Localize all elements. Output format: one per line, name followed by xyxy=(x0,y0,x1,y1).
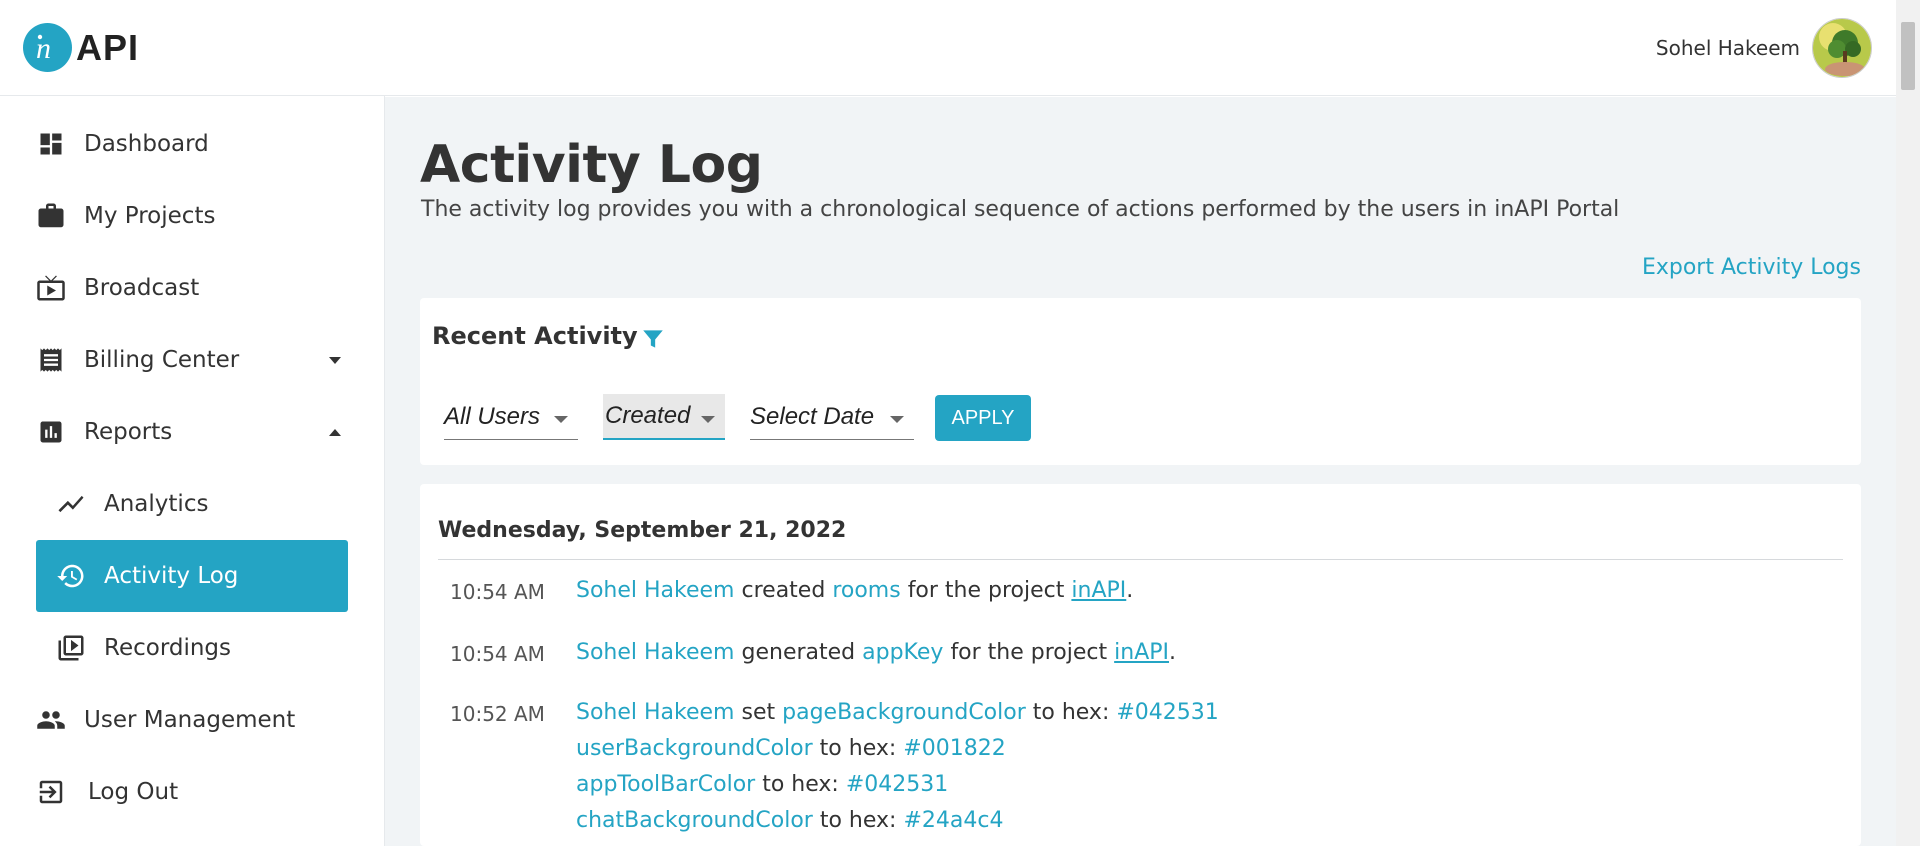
log-hex-value: #001822 xyxy=(903,736,1006,761)
sidebar-item-dashboard[interactable]: Dashboard xyxy=(36,108,349,180)
app-logo[interactable]: n API xyxy=(23,23,139,72)
recent-activity-heading: Recent Activity xyxy=(432,322,638,350)
page-title: Activity Log xyxy=(420,135,763,195)
chevron-down-icon xyxy=(329,356,341,364)
log-property-link[interactable]: chatBackgroundColor xyxy=(576,808,813,833)
dropdown-arrow-icon xyxy=(890,416,904,423)
sidebar-item-broadcast[interactable]: Broadcast xyxy=(36,252,349,324)
sidebar-item-reports[interactable]: Reports xyxy=(36,396,349,468)
log-entry: Sohel Hakeem generated appKey for the pr… xyxy=(576,640,1176,665)
log-user-link[interactable]: Sohel Hakeem xyxy=(576,640,735,665)
tv-icon xyxy=(36,273,66,303)
sidebar-item-label: Analytics xyxy=(104,491,209,517)
sidebar-item-billing-center[interactable]: Billing Center xyxy=(36,324,349,396)
sidebar-item-activity-log[interactable]: Activity Log xyxy=(36,540,348,612)
dropdown-arrow-icon xyxy=(554,416,568,423)
sidebar-item-recordings[interactable]: Recordings xyxy=(56,612,349,684)
top-header: n API Sohel Hakeem xyxy=(0,0,1896,96)
users-filter-value: All Users xyxy=(444,402,541,430)
logo-text: API xyxy=(76,26,140,68)
sidebar: Dashboard My Projects Broadcast Billing … xyxy=(0,96,385,846)
briefcase-icon xyxy=(36,201,66,231)
sidebar-item-log-out[interactable]: Log Out xyxy=(36,756,349,828)
logo-mark-icon: n xyxy=(23,23,72,72)
log-time: 10:52 AM xyxy=(450,702,545,726)
user-menu[interactable]: Sohel Hakeem xyxy=(1656,18,1872,78)
log-project-link[interactable]: inAPI xyxy=(1114,640,1169,665)
log-hex-value: #24a4c4 xyxy=(903,808,1004,833)
sidebar-item-label: Billing Center xyxy=(84,347,240,373)
log-hex-value: #042531 xyxy=(845,772,949,797)
log-entry: Sohel Hakeem set pageBackgroundColor to … xyxy=(576,700,1219,725)
log-entry-continuation: userBackgroundColor to hex: #001822 xyxy=(576,736,1006,761)
date-filter-select[interactable]: Select Date xyxy=(750,394,914,440)
log-text: for the project xyxy=(907,578,1065,603)
date-filter-value: Select Date xyxy=(750,402,875,430)
filter-icon[interactable] xyxy=(640,326,666,356)
log-period: . xyxy=(1169,640,1177,665)
log-property-link[interactable]: userBackgroundColor xyxy=(576,736,813,761)
log-period: . xyxy=(1126,578,1134,603)
logout-icon xyxy=(36,777,66,807)
sidebar-item-label: My Projects xyxy=(84,203,216,229)
log-entry: Sohel Hakeem created rooms for the proje… xyxy=(576,578,1133,603)
log-object-link[interactable]: rooms xyxy=(832,578,900,603)
sidebar-item-label: Activity Log xyxy=(104,563,239,589)
log-hex-value: #042531 xyxy=(1116,700,1219,725)
log-user-link[interactable]: Sohel Hakeem xyxy=(576,700,735,725)
log-text: to hex: xyxy=(819,736,897,761)
chevron-up-icon xyxy=(329,428,341,436)
receipt-icon xyxy=(36,345,66,375)
sidebar-item-label: Log Out xyxy=(88,779,179,805)
bar-chart-icon xyxy=(36,417,66,447)
sidebar-item-label: Broadcast xyxy=(84,275,200,301)
log-text: to hex: xyxy=(819,808,897,833)
log-text: to hex: xyxy=(1032,700,1110,725)
sidebar-item-my-projects[interactable]: My Projects xyxy=(36,180,349,252)
log-verb: generated xyxy=(741,640,856,665)
action-filter-value: Created xyxy=(605,402,691,429)
users-filter-select[interactable]: All Users xyxy=(444,394,578,440)
action-filter-select[interactable]: Created xyxy=(603,394,725,440)
page-subtitle: The activity log provides you with a chr… xyxy=(421,197,1620,222)
sidebar-item-label: Recordings xyxy=(104,635,232,661)
trending-icon xyxy=(56,489,86,519)
log-time: 10:54 AM xyxy=(450,642,545,666)
sidebar-item-label: User Management xyxy=(84,707,296,733)
avatar[interactable] xyxy=(1812,18,1872,78)
log-project-link[interactable]: inAPI xyxy=(1071,578,1126,603)
recent-activity-filter-card: Recent Activity All Users Created Select… xyxy=(420,298,1861,465)
people-icon xyxy=(36,705,66,735)
log-time: 10:54 AM xyxy=(450,580,545,604)
log-entry-continuation: chatBackgroundColor to hex: #24a4c4 xyxy=(576,808,1003,833)
activity-log-card: Wednesday, September 21, 2022 10:54 AM S… xyxy=(420,484,1861,846)
sidebar-item-analytics[interactable]: Analytics xyxy=(56,468,349,540)
scrollbar-thumb[interactable] xyxy=(1901,22,1915,90)
video-library-icon xyxy=(56,633,86,663)
log-text: for the project xyxy=(950,640,1108,665)
divider xyxy=(438,559,1843,560)
page-scrollbar[interactable] xyxy=(1896,0,1920,846)
dashboard-icon xyxy=(36,129,66,159)
log-text: to hex: xyxy=(762,772,839,797)
log-property-link[interactable]: appToolBarColor xyxy=(576,772,755,797)
history-icon xyxy=(56,561,86,591)
apply-button[interactable]: APPLY xyxy=(935,395,1031,441)
user-name: Sohel Hakeem xyxy=(1655,36,1800,60)
sidebar-item-label: Reports xyxy=(84,419,173,445)
sidebar-item-user-management[interactable]: User Management xyxy=(36,684,349,756)
log-date-heading: Wednesday, September 21, 2022 xyxy=(438,518,847,543)
main-content: Activity Log The activity log provides y… xyxy=(385,97,1896,846)
log-verb: created xyxy=(741,578,826,603)
log-object-link[interactable]: appKey xyxy=(862,640,943,665)
log-property-link[interactable]: pageBackgroundColor xyxy=(782,700,1026,725)
sidebar-item-label: Dashboard xyxy=(84,131,209,157)
export-activity-logs-link[interactable]: Export Activity Logs xyxy=(1642,255,1861,280)
log-entry-continuation: appToolBarColor to hex: #042531 xyxy=(576,772,948,797)
log-user-link[interactable]: Sohel Hakeem xyxy=(576,578,735,603)
dropdown-arrow-icon xyxy=(701,416,715,423)
log-verb: set xyxy=(741,700,776,725)
